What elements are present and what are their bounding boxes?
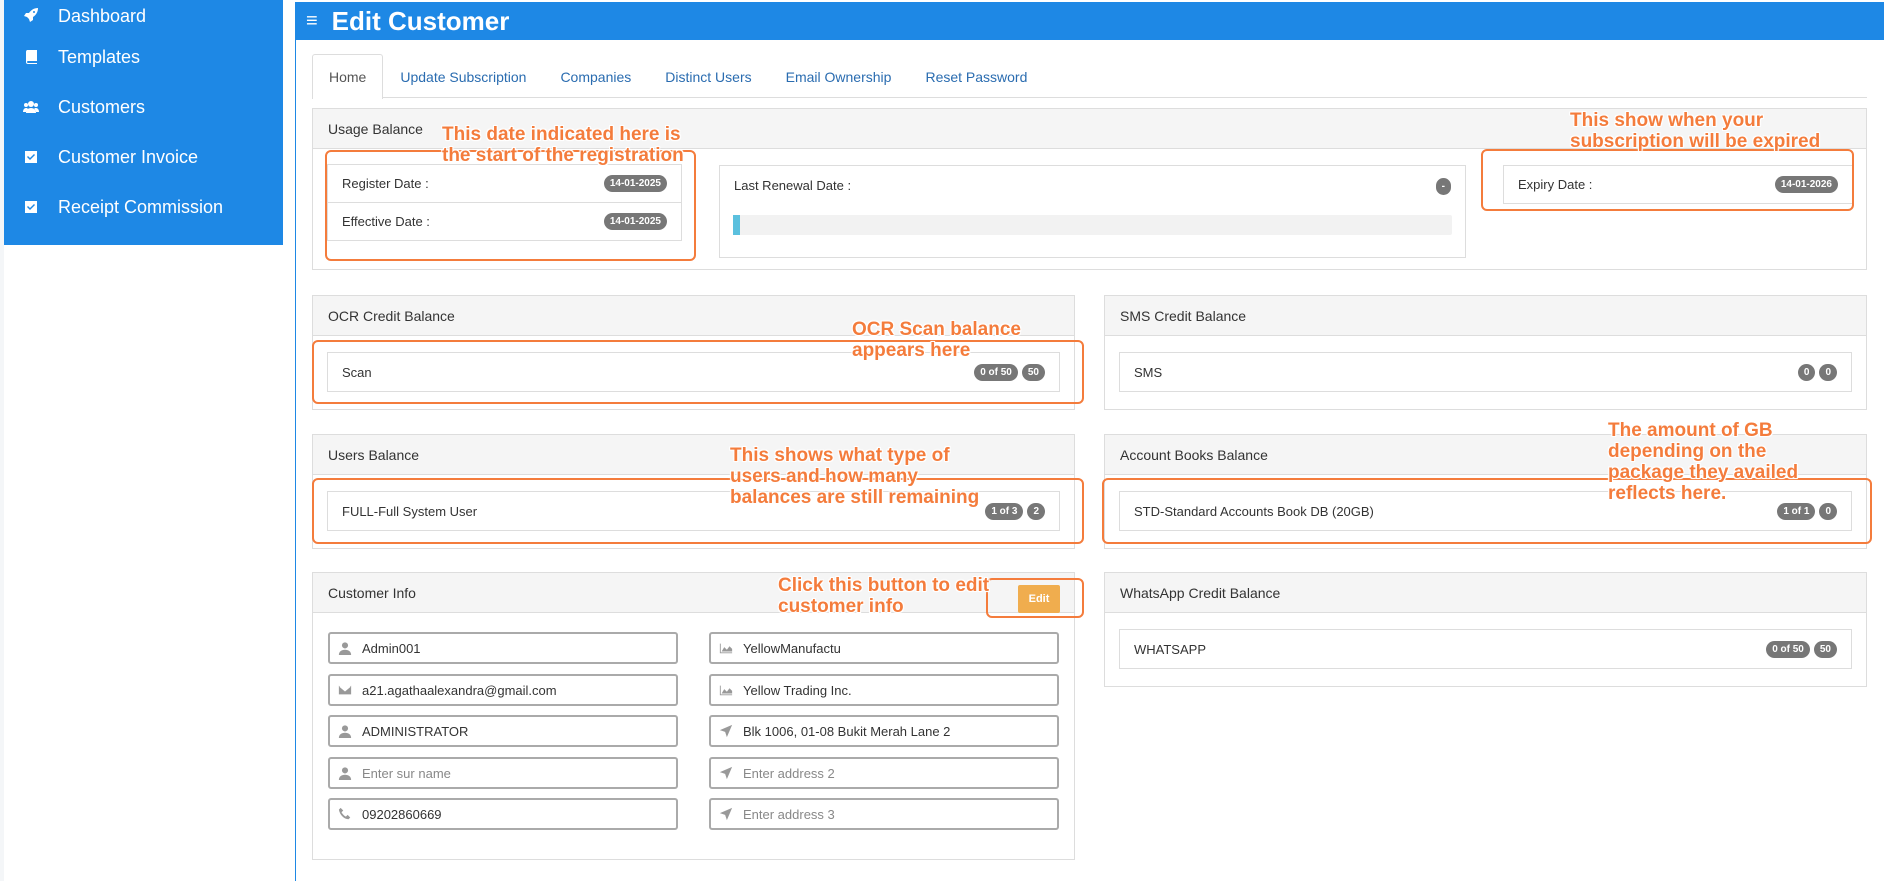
location-arrow-icon bbox=[711, 766, 741, 780]
users-icon bbox=[22, 98, 40, 116]
name-field[interactable] bbox=[328, 715, 678, 747]
tab-bar: Home Update Subscription Companies Disti… bbox=[312, 54, 1867, 99]
sidebar-item-label: Customer Invoice bbox=[58, 146, 199, 167]
sidebar-item-customer-invoice[interactable]: Customer Invoice bbox=[4, 132, 283, 182]
sms-credit-panel: SMS Credit Balance SMS 0 0 bbox=[1104, 295, 1867, 410]
annotation-expiry: This show when your subscription will be… bbox=[1570, 110, 1821, 152]
panel-title: SMS Credit Balance bbox=[1105, 296, 1866, 336]
annotation-users: This shows what type of users and how ma… bbox=[730, 445, 980, 508]
sidebar: Dashboard Templates Customers Customer I… bbox=[4, 0, 283, 245]
tab-update-subscription[interactable]: Update Subscription bbox=[383, 54, 543, 98]
sidebar-item-receipt-commission[interactable]: Receipt Commission bbox=[4, 182, 283, 232]
sms-used-badge: 0 bbox=[1797, 363, 1816, 381]
address2-field[interactable] bbox=[709, 757, 1059, 789]
email-field[interactable] bbox=[328, 674, 678, 706]
sidebar-item-label: Customers bbox=[58, 96, 146, 117]
panel-title: WhatsApp Credit Balance bbox=[1105, 573, 1866, 613]
sidebar-item-label: Templates bbox=[58, 46, 141, 67]
top-bar: ≡ Edit Customer bbox=[296, 2, 1884, 40]
tab-reset-password[interactable]: Reset Password bbox=[908, 54, 1044, 98]
address3-input[interactable] bbox=[741, 805, 1041, 823]
company-short-field[interactable] bbox=[709, 632, 1059, 664]
annotation-ocr: OCR Scan balance appears here bbox=[852, 319, 1021, 361]
company-short-input[interactable] bbox=[741, 639, 1041, 657]
surname-field[interactable] bbox=[328, 757, 678, 789]
email-input[interactable] bbox=[360, 681, 660, 699]
sms-label: SMS bbox=[1134, 364, 1163, 380]
phone-field[interactable] bbox=[328, 798, 678, 830]
location-arrow-icon bbox=[711, 807, 741, 821]
rocket-icon bbox=[22, 6, 40, 24]
address1-input[interactable] bbox=[741, 722, 1041, 740]
address3-field[interactable] bbox=[709, 798, 1059, 830]
renewal-date-box: Last Renewal Date : - bbox=[719, 165, 1466, 258]
area-chart-icon bbox=[711, 683, 741, 697]
user-icon bbox=[330, 641, 360, 655]
sidebar-item-label: Receipt Commission bbox=[58, 196, 224, 217]
expiry-highlight bbox=[1481, 149, 1854, 211]
renewal-date-badge: - bbox=[1435, 178, 1451, 195]
whatsapp-used-badge: 0 of 50 bbox=[1766, 640, 1810, 658]
sms-remaining-badge: 0 bbox=[1819, 363, 1837, 381]
tab-distinct-users[interactable]: Distinct Users bbox=[648, 54, 768, 98]
location-arrow-icon bbox=[711, 724, 741, 738]
whatsapp-label: WHATSAPP bbox=[1134, 641, 1206, 657]
sidebar-item-label: Dashboard bbox=[58, 6, 147, 26]
username-input[interactable] bbox=[360, 639, 660, 657]
area-chart-icon bbox=[711, 641, 741, 655]
hamburger-icon[interactable]: ≡ bbox=[306, 10, 318, 33]
envelope-icon bbox=[330, 683, 360, 697]
username-field[interactable] bbox=[328, 632, 678, 664]
tab-home[interactable]: Home bbox=[312, 54, 384, 99]
registration-highlight bbox=[325, 150, 696, 261]
usage-progress-bar bbox=[733, 215, 1452, 235]
annotation-books: The amount of GB depending on the packag… bbox=[1608, 420, 1799, 504]
phone-input[interactable] bbox=[360, 805, 660, 823]
surname-input[interactable] bbox=[360, 764, 660, 782]
address1-field[interactable] bbox=[709, 715, 1059, 747]
tab-email-ownership[interactable]: Email Ownership bbox=[769, 54, 909, 98]
user-icon bbox=[330, 724, 360, 738]
sms-row: SMS 0 0 bbox=[1119, 352, 1852, 392]
user-icon bbox=[330, 766, 360, 780]
annotation-registration: This date indicated here is the start of… bbox=[442, 124, 684, 166]
whatsapp-credit-panel: WhatsApp Credit Balance WHATSAPP 0 of 50… bbox=[1104, 572, 1867, 687]
company-name-input[interactable] bbox=[741, 681, 1041, 699]
book-icon bbox=[22, 48, 40, 66]
sidebar-item-templates[interactable]: Templates bbox=[4, 32, 283, 82]
company-name-field[interactable] bbox=[709, 674, 1059, 706]
usage-progress-fill bbox=[733, 215, 741, 235]
edit-highlight bbox=[986, 578, 1084, 618]
renewal-date-label: Last Renewal Date : bbox=[734, 178, 852, 193]
phone-icon bbox=[330, 807, 360, 821]
name-input[interactable] bbox=[360, 722, 660, 740]
sidebar-item-dashboard[interactable]: Dashboard bbox=[4, 0, 283, 32]
whatsapp-row: WHATSAPP 0 of 50 50 bbox=[1119, 629, 1852, 669]
page-title: Edit Customer bbox=[331, 5, 510, 36]
address2-input[interactable] bbox=[741, 764, 1041, 782]
checkbox-icon bbox=[22, 148, 40, 166]
checkbox-icon bbox=[22, 198, 40, 216]
whatsapp-remaining-badge: 50 bbox=[1813, 640, 1837, 658]
sidebar-item-customers[interactable]: Customers bbox=[4, 82, 283, 132]
annotation-edit: Click this button to edit customer info bbox=[778, 575, 990, 617]
tab-companies[interactable]: Companies bbox=[543, 54, 648, 98]
